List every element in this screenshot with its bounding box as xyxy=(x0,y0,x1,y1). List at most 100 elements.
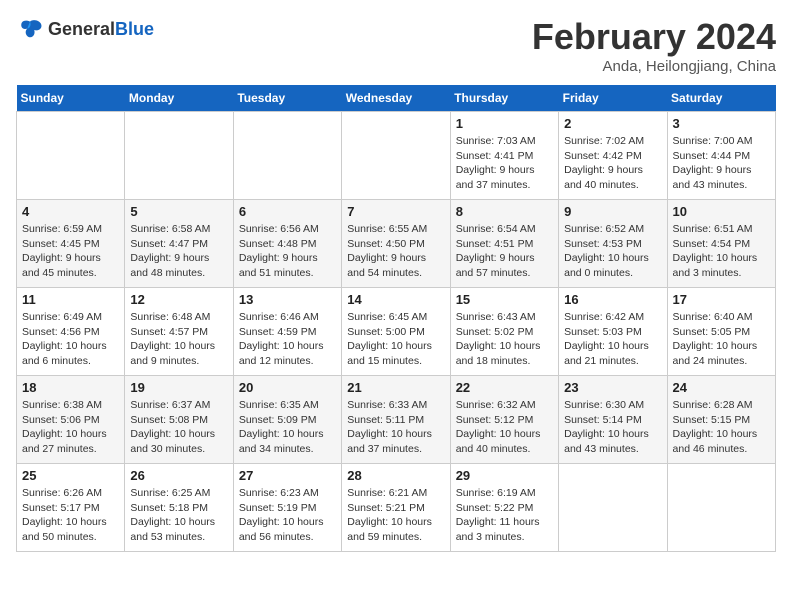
weekday-header-sunday: Sunday xyxy=(17,85,125,112)
calendar-cell: 23Sunrise: 6:30 AM Sunset: 5:14 PM Dayli… xyxy=(559,376,667,464)
day-number: 11 xyxy=(22,292,119,307)
day-number: 9 xyxy=(564,204,661,219)
title-area: February 2024 Anda, Heilongjiang, China xyxy=(532,16,776,75)
calendar-cell: 27 Sunrise: 6:23 AM Sunset: 5:19 PM Dayli… xyxy=(233,464,341,552)
calendar-cell: 21 Sunrise: 6:33 AM Sunset: 5:11 PM Dayli… xyxy=(342,376,450,464)
day-number: 18 xyxy=(22,380,119,395)
calendar-cell: 15 Sunrise: 6:43 AM Sunset: 5:02 PM Dayli… xyxy=(450,288,558,376)
day-info: Sunrise: 6:38 AM Sunset: 5:06 PM Dayligh… xyxy=(22,398,119,457)
calendar-cell: 5Sunrise: 6:58 AM Sunset: 4:47 PM Daylig… xyxy=(125,200,233,288)
logo: GeneralBlue xyxy=(16,16,154,44)
day-info: Sunrise: 6:42 AM Sunset: 5:03 PM Dayligh… xyxy=(564,310,661,369)
calendar-cell: 6 Sunrise: 6:56 AM Sunset: 4:48 PM Daylig… xyxy=(233,200,341,288)
day-info: Sunrise: 6:40 AM Sunset: 5:05 PM Dayligh… xyxy=(673,310,770,369)
week-row-2: 4 Sunrise: 6:59 AM Sunset: 4:45 PM Daylig… xyxy=(17,200,776,288)
day-info: Sunrise: 7:00 AM Sunset: 4:44 PM Dayligh… xyxy=(673,134,770,193)
weekday-header-monday: Monday xyxy=(125,85,233,112)
day-info: Sunrise: 7:02 AM Sunset: 4:42 PM Dayligh… xyxy=(564,134,661,193)
week-row-1: 1Sunrise: 7:03 AM Sunset: 4:41 PM Daylig… xyxy=(17,112,776,200)
day-number: 21 xyxy=(347,380,444,395)
weekday-header-friday: Friday xyxy=(559,85,667,112)
calendar-cell xyxy=(342,112,450,200)
day-number: 15 xyxy=(456,292,553,307)
calendar-cell: 9 Sunrise: 6:52 AM Sunset: 4:53 PM Daylig… xyxy=(559,200,667,288)
calendar-cell: 22 Sunrise: 6:32 AM Sunset: 5:12 PM Dayli… xyxy=(450,376,558,464)
header: GeneralBlue February 2024 Anda, Heilongj… xyxy=(16,16,776,75)
day-info: Sunrise: 6:52 AM Sunset: 4:53 PM Dayligh… xyxy=(564,222,661,281)
day-number: 28 xyxy=(347,468,444,483)
calendar-cell: 17 Sunrise: 6:40 AM Sunset: 5:05 PM Dayli… xyxy=(667,288,775,376)
weekday-header-thursday: Thursday xyxy=(450,85,558,112)
day-info: Sunrise: 6:49 AM Sunset: 4:56 PM Dayligh… xyxy=(22,310,119,369)
day-number: 16 xyxy=(564,292,661,307)
month-title: February 2024 xyxy=(532,16,776,58)
calendar-cell xyxy=(125,112,233,200)
day-number: 3 xyxy=(673,116,770,131)
week-row-5: 25Sunrise: 6:26 AM Sunset: 5:17 PM Dayli… xyxy=(17,464,776,552)
calendar-cell: 4 Sunrise: 6:59 AM Sunset: 4:45 PM Daylig… xyxy=(17,200,125,288)
day-info: Sunrise: 6:55 AM Sunset: 4:50 PM Dayligh… xyxy=(347,222,444,281)
day-info: Sunrise: 6:33 AM Sunset: 5:11 PM Dayligh… xyxy=(347,398,444,457)
day-info: Sunrise: 6:28 AM Sunset: 5:15 PM Dayligh… xyxy=(673,398,770,457)
calendar-cell: 19Sunrise: 6:37 AM Sunset: 5:08 PM Dayli… xyxy=(125,376,233,464)
calendar-cell: 29Sunrise: 6:19 AM Sunset: 5:22 PM Dayli… xyxy=(450,464,558,552)
day-info: Sunrise: 6:23 AM Sunset: 5:19 PM Dayligh… xyxy=(239,486,336,545)
day-number: 17 xyxy=(673,292,770,307)
day-info: Sunrise: 6:30 AM Sunset: 5:14 PM Dayligh… xyxy=(564,398,661,457)
day-info: Sunrise: 6:19 AM Sunset: 5:22 PM Dayligh… xyxy=(456,486,553,545)
day-info: Sunrise: 6:56 AM Sunset: 4:48 PM Dayligh… xyxy=(239,222,336,281)
day-number: 6 xyxy=(239,204,336,219)
day-number: 14 xyxy=(347,292,444,307)
day-number: 2 xyxy=(564,116,661,131)
calendar-cell: 28Sunrise: 6:21 AM Sunset: 5:21 PM Dayli… xyxy=(342,464,450,552)
week-row-3: 11 Sunrise: 6:49 AM Sunset: 4:56 PM Dayli… xyxy=(17,288,776,376)
day-info: Sunrise: 6:37 AM Sunset: 5:08 PM Dayligh… xyxy=(130,398,227,457)
calendar-cell: 8Sunrise: 6:54 AM Sunset: 4:51 PM Daylig… xyxy=(450,200,558,288)
calendar-cell: 2 Sunrise: 7:02 AM Sunset: 4:42 PM Daylig… xyxy=(559,112,667,200)
calendar-cell xyxy=(233,112,341,200)
logo-blue-text: Blue xyxy=(115,19,154,39)
day-info: Sunrise: 6:46 AM Sunset: 4:59 PM Dayligh… xyxy=(239,310,336,369)
logo-general-text: General xyxy=(48,19,115,39)
weekday-header-row: SundayMondayTuesdayWednesdayThursdayFrid… xyxy=(17,85,776,112)
location: Anda, Heilongjiang, China xyxy=(532,58,776,75)
calendar-cell: 26 Sunrise: 6:25 AM Sunset: 5:18 PM Dayli… xyxy=(125,464,233,552)
calendar-cell: 16 Sunrise: 6:42 AM Sunset: 5:03 PM Dayli… xyxy=(559,288,667,376)
day-info: Sunrise: 6:48 AM Sunset: 4:57 PM Dayligh… xyxy=(130,310,227,369)
calendar-cell xyxy=(17,112,125,200)
day-info: Sunrise: 6:25 AM Sunset: 5:18 PM Dayligh… xyxy=(130,486,227,545)
day-info: Sunrise: 6:45 AM Sunset: 5:00 PM Dayligh… xyxy=(347,310,444,369)
day-info: Sunrise: 6:54 AM Sunset: 4:51 PM Dayligh… xyxy=(456,222,553,281)
weekday-header-wednesday: Wednesday xyxy=(342,85,450,112)
day-info: Sunrise: 6:51 AM Sunset: 4:54 PM Dayligh… xyxy=(673,222,770,281)
day-number: 25 xyxy=(22,468,119,483)
day-info: Sunrise: 6:43 AM Sunset: 5:02 PM Dayligh… xyxy=(456,310,553,369)
day-number: 1 xyxy=(456,116,553,131)
calendar-cell: 18 Sunrise: 6:38 AM Sunset: 5:06 PM Dayli… xyxy=(17,376,125,464)
day-number: 27 xyxy=(239,468,336,483)
logo-bird-icon xyxy=(16,16,44,44)
day-number: 20 xyxy=(239,380,336,395)
day-number: 22 xyxy=(456,380,553,395)
calendar-cell: 11 Sunrise: 6:49 AM Sunset: 4:56 PM Dayli… xyxy=(17,288,125,376)
calendar-cell: 20 Sunrise: 6:35 AM Sunset: 5:09 PM Dayli… xyxy=(233,376,341,464)
calendar-cell: 3 Sunrise: 7:00 AM Sunset: 4:44 PM Daylig… xyxy=(667,112,775,200)
day-number: 5 xyxy=(130,204,227,219)
calendar-cell: 1Sunrise: 7:03 AM Sunset: 4:41 PM Daylig… xyxy=(450,112,558,200)
day-number: 4 xyxy=(22,204,119,219)
day-number: 26 xyxy=(130,468,227,483)
calendar-table: SundayMondayTuesdayWednesdayThursdayFrid… xyxy=(16,85,776,552)
calendar-cell: 14 Sunrise: 6:45 AM Sunset: 5:00 PM Dayli… xyxy=(342,288,450,376)
day-info: Sunrise: 6:59 AM Sunset: 4:45 PM Dayligh… xyxy=(22,222,119,281)
calendar-cell: 24 Sunrise: 6:28 AM Sunset: 5:15 PM Dayli… xyxy=(667,376,775,464)
day-info: Sunrise: 6:32 AM Sunset: 5:12 PM Dayligh… xyxy=(456,398,553,457)
day-number: 12 xyxy=(130,292,227,307)
day-number: 7 xyxy=(347,204,444,219)
day-number: 10 xyxy=(673,204,770,219)
day-info: Sunrise: 6:35 AM Sunset: 5:09 PM Dayligh… xyxy=(239,398,336,457)
weekday-header-saturday: Saturday xyxy=(667,85,775,112)
day-number: 24 xyxy=(673,380,770,395)
day-number: 13 xyxy=(239,292,336,307)
week-row-4: 18 Sunrise: 6:38 AM Sunset: 5:06 PM Dayli… xyxy=(17,376,776,464)
calendar-cell xyxy=(667,464,775,552)
